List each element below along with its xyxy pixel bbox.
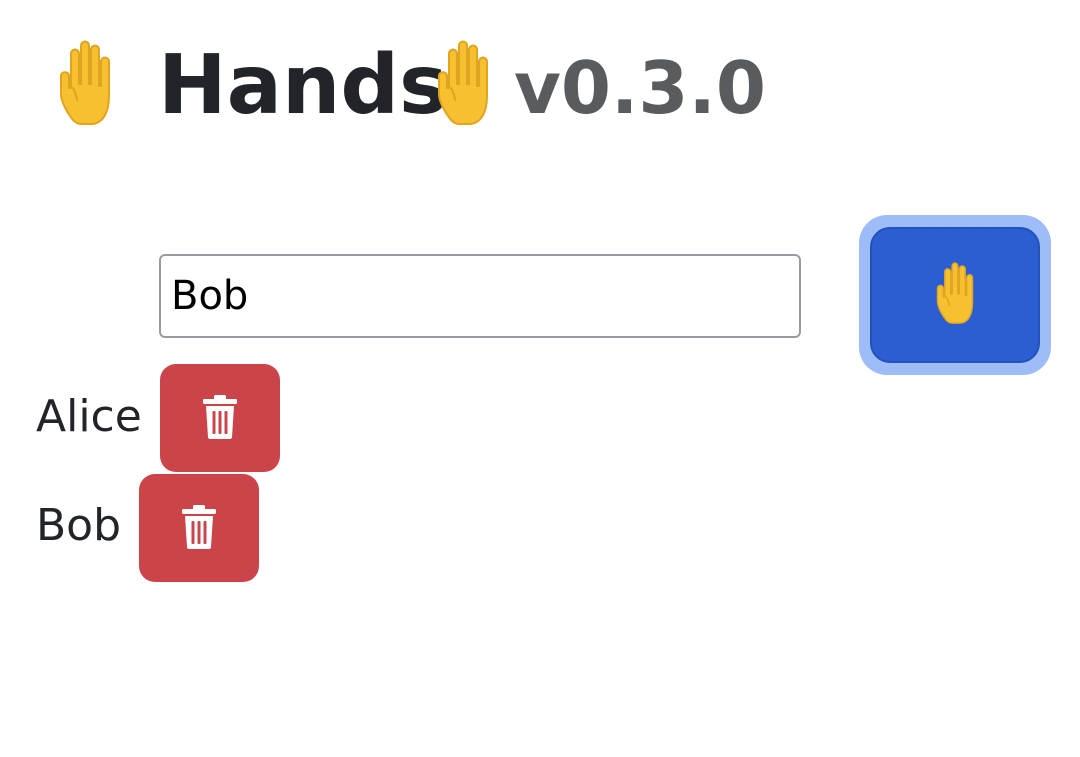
delete-button[interactable] [139,474,259,582]
person-name: Alice [36,391,142,442]
app-title: Hands [158,38,448,133]
raise-hand-button[interactable] [870,227,1040,363]
trash-icon [179,504,219,553]
name-input[interactable] [159,254,801,338]
raised-hand-icon [420,36,506,132]
person-name: Bob [36,500,122,551]
trash-icon [200,394,240,443]
app-version: v0.3.0 [514,46,766,130]
delete-button[interactable] [160,364,280,472]
raised-hand-icon [42,36,128,132]
raised-hand-icon [924,259,986,332]
